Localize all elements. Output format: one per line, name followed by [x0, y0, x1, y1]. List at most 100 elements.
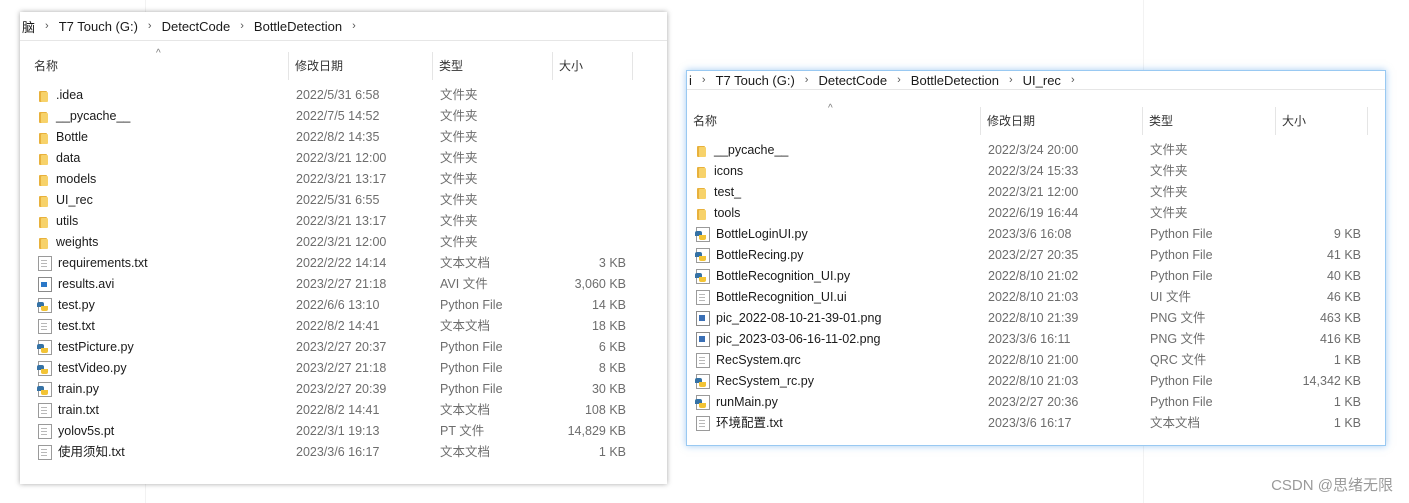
sort-ascending-icon: ^: [156, 48, 161, 59]
column-header-name[interactable]: ^ 名称: [28, 48, 289, 80]
file-name: test.py: [58, 298, 95, 312]
file-size: [1271, 182, 1361, 203]
breadcrumb-chevron-icon[interactable]: ›: [344, 20, 364, 32]
file-row[interactable]: pic_2023-03-06-16-11-02.png 2023/3/6 16:1…: [687, 329, 1385, 350]
file-row[interactable]: yolov5s.pt 2022/3/1 19:13 PT 文件 14,829 KB: [20, 421, 667, 442]
breadcrumb-chevron-icon[interactable]: ›: [889, 74, 909, 86]
file-row[interactable]: test.txt 2022/8/2 14:41 文本文档 18 KB: [20, 316, 667, 337]
file-row[interactable]: Bottle 2022/8/2 14:35 文件夹: [20, 127, 667, 148]
file-row[interactable]: RecSystem_rc.py 2022/8/10 21:03 Python Fil…: [687, 371, 1385, 392]
breadcrumb-item[interactable]: T7 Touch (G:): [57, 19, 140, 34]
breadcrumb-chevron-icon[interactable]: ›: [37, 20, 57, 32]
file-row[interactable]: train.py 2023/2/27 20:39 Python File 30 KB: [20, 379, 667, 400]
file-date: 2023/2/27 20:37: [296, 340, 387, 354]
file-date: 2022/8/2 14:35: [296, 130, 380, 144]
column-header-type[interactable]: 类型: [1143, 107, 1276, 135]
file-row[interactable]: BottleRecing.py 2023/2/27 20:35 Python Fil…: [687, 245, 1385, 266]
file-type: Python File: [1150, 395, 1213, 409]
python-file-icon: [695, 374, 710, 389]
breadcrumb-item[interactable]: BottleDetection: [252, 19, 344, 34]
breadcrumb-chevron-icon[interactable]: ›: [1001, 74, 1021, 86]
file-date: 2022/8/2 14:41: [296, 403, 380, 417]
file-row[interactable]: icons 2022/3/24 15:33 文件夹: [687, 161, 1385, 182]
file-row[interactable]: testVideo.py 2023/2/27 21:18 Python File 8 …: [20, 358, 667, 379]
file-type: 文本文档: [440, 319, 491, 333]
column-header-name[interactable]: ^ 名称: [687, 103, 981, 135]
breadcrumb-chevron-icon[interactable]: ›: [694, 74, 714, 86]
column-header-date[interactable]: 修改日期: [981, 107, 1143, 135]
breadcrumb-item[interactable]: i: [687, 73, 694, 88]
file-row[interactable]: __pycache__ 2022/3/24 20:00 文件夹: [687, 140, 1385, 161]
column-header-row: ^ 名称 修改日期 类型 大小: [687, 103, 1385, 135]
file-date: 2022/5/31 6:58: [296, 88, 380, 102]
file-type: Python File: [440, 382, 503, 396]
file-row[interactable]: testPicture.py 2023/2/27 20:37 Python File…: [20, 337, 667, 358]
file-row[interactable]: models 2022/3/21 13:17 文件夹: [20, 169, 667, 190]
file-date: 2023/2/27 21:18: [296, 277, 387, 291]
file-size: [546, 106, 626, 127]
file-row[interactable]: results.avi 2023/2/27 21:18 AVI 文件 3,060 KB: [20, 274, 667, 295]
file-row[interactable]: test.py 2022/6/6 13:10 Python File 14 KB: [20, 295, 667, 316]
file-date: 2022/3/21 13:17: [296, 172, 387, 186]
file-name-cell: RecSystem_rc.py: [695, 371, 814, 392]
file-date: 2022/3/21 12:00: [988, 185, 1079, 199]
video-file-icon: [38, 277, 52, 292]
file-row[interactable]: utils 2022/3/21 13:17 文件夹: [20, 211, 667, 232]
breadcrumb-item[interactable]: T7 Touch (G:): [714, 73, 797, 88]
folder-icon: [37, 131, 51, 145]
breadcrumb-chevron-icon[interactable]: ›: [232, 20, 252, 32]
file-row[interactable]: .idea 2022/5/31 6:58 文件夹: [20, 85, 667, 106]
file-name: yolov5s.pt: [58, 424, 115, 438]
folder-icon: [695, 144, 709, 158]
file-row[interactable]: BottleRecognition_UI.py 2022/8/10 21:02 Py…: [687, 266, 1385, 287]
file-type: PT 文件: [440, 424, 485, 438]
file-name: test_: [714, 185, 742, 199]
file-type: 文件夹: [440, 109, 478, 123]
file-row[interactable]: requirements.txt 2022/2/22 14:14 文本文档 3 KB: [20, 253, 667, 274]
file-row[interactable]: train.txt 2022/8/2 14:41 文本文档 108 KB: [20, 400, 667, 421]
text-file-icon: [38, 256, 52, 271]
file-row[interactable]: 环境配置.txt 2023/3/6 16:17 文本文档 1 KB: [687, 413, 1385, 434]
explorer-window-bottledetection: 脑 › T7 Touch (G:) › DetectCode › BottleDetecti…: [20, 12, 667, 484]
file-name-cell: .idea: [37, 85, 83, 106]
address-bar[interactable]: i › T7 Touch (G:) › DetectCode › BottleDetecti…: [687, 71, 1385, 90]
file-row[interactable]: pic_2022-08-10-21-39-01.png 2022/8/10 21:…: [687, 308, 1385, 329]
breadcrumb-chevron-icon[interactable]: ›: [797, 74, 817, 86]
column-header-size[interactable]: 大小: [553, 52, 633, 80]
file-name: 环境配置.txt: [716, 416, 783, 430]
file-row[interactable]: BottleRecognition_UI.ui 2022/8/10 21:03 UI…: [687, 287, 1385, 308]
breadcrumb-chevron-icon[interactable]: ›: [1063, 74, 1083, 86]
file-row[interactable]: runMain.py 2023/2/27 20:36 Python File 1 KB: [687, 392, 1385, 413]
file-date: 2022/3/24 15:33: [988, 164, 1079, 178]
python-file-icon: [695, 269, 710, 284]
breadcrumb-item[interactable]: BottleDetection: [909, 73, 1001, 88]
breadcrumb-item[interactable]: DetectCode: [160, 19, 233, 34]
breadcrumb-item[interactable]: 脑: [20, 17, 37, 36]
folder-icon: [37, 215, 51, 229]
file-row[interactable]: 使用须知.txt 2023/3/6 16:17 文本文档 1 KB: [20, 442, 667, 463]
column-header-type[interactable]: 类型: [433, 52, 553, 80]
column-header-size[interactable]: 大小: [1276, 107, 1368, 135]
file-row[interactable]: RecSystem.qrc 2022/8/10 21:00 QRC 文件 1 KB: [687, 350, 1385, 371]
file-date: 2023/2/27 21:18: [296, 361, 387, 375]
file-name: tools: [714, 206, 741, 220]
file-row[interactable]: BottleLoginUI.py 2023/3/6 16:08 Python Fil…: [687, 224, 1385, 245]
file-name-cell: results.avi: [37, 274, 114, 295]
file-row[interactable]: weights 2022/3/21 12:00 文件夹: [20, 232, 667, 253]
text-file-icon: [38, 445, 52, 460]
file-name-cell: models: [37, 169, 96, 190]
file-size: [546, 85, 626, 106]
breadcrumb-item[interactable]: UI_rec: [1021, 73, 1063, 88]
file-row[interactable]: UI_rec 2022/5/31 6:55 文件夹: [20, 190, 667, 211]
file-row[interactable]: data 2022/3/21 12:00 文件夹: [20, 148, 667, 169]
file-type: 文件夹: [1150, 185, 1188, 199]
breadcrumb-item[interactable]: DetectCode: [816, 73, 889, 88]
breadcrumb-chevron-icon[interactable]: ›: [140, 20, 160, 32]
file-row[interactable]: __pycache__ 2022/7/5 14:52 文件夹: [20, 106, 667, 127]
file-size: 108 KB: [584, 403, 626, 417]
address-bar[interactable]: 脑 › T7 Touch (G:) › DetectCode › BottleDetecti…: [20, 12, 667, 41]
file-row[interactable]: tools 2022/6/19 16:44 文件夹: [687, 203, 1385, 224]
column-header-date[interactable]: 修改日期: [289, 52, 433, 80]
file-row[interactable]: test_ 2022/3/21 12:00 文件夹: [687, 182, 1385, 203]
file-type: Python File: [1150, 248, 1213, 262]
